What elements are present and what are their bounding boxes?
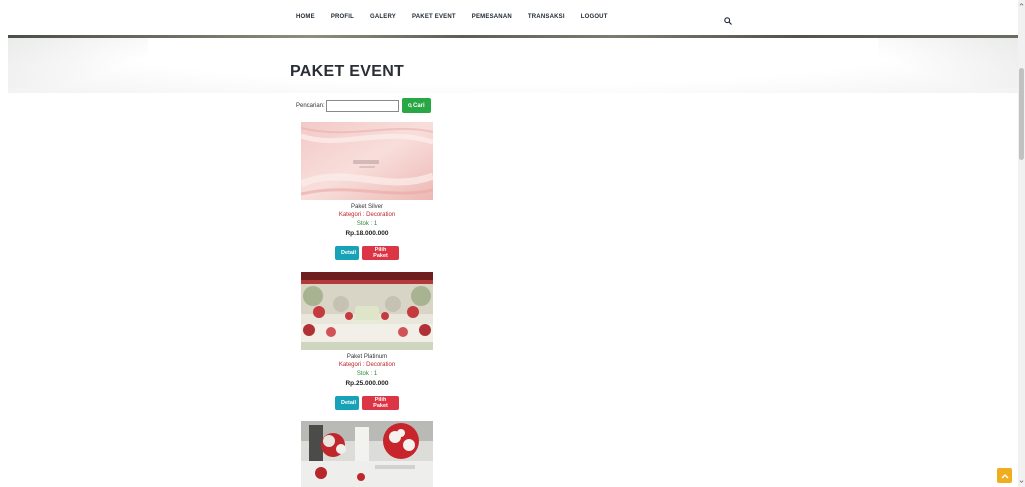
nav-menu: HOME PROFIL GALERY PAKET EVENT PEMESANAN… — [296, 14, 624, 20]
product-card: Paket Platinum Kategori : Decoration Sto… — [301, 272, 433, 410]
search-icon — [407, 103, 412, 108]
product-image[interactable] — [301, 421, 433, 487]
product-stock: Stok : 1 — [356, 371, 378, 377]
product-image[interactable] — [301, 272, 433, 350]
search-input[interactable] — [325, 99, 399, 112]
nav-item-pemesanan[interactable]: PEMESANAN — [472, 14, 512, 20]
page-title: PAKET EVENT — [290, 63, 405, 80]
header-shadow-left — [8, 38, 148, 88]
page-scrollbar[interactable] — [1018, 0, 1025, 487]
chevron-up-icon — [1000, 473, 1009, 479]
header-shadow — [8, 38, 1018, 93]
pilih-paket-button[interactable]: Pilih Paket — [362, 246, 399, 260]
search-form: Pencarian: Cari — [296, 98, 431, 113]
nav-item-logout[interactable]: LOGOUT — [581, 14, 608, 20]
product-actions: Detail Pilih Paket — [301, 396, 433, 410]
product-card — [301, 421, 433, 487]
detail-button[interactable]: Detail — [335, 396, 359, 410]
scroll-down-icon[interactable] — [1019, 479, 1024, 484]
product-image[interactable] — [301, 122, 433, 200]
nav-item-paket-event[interactable]: PAKET EVENT — [412, 14, 456, 20]
search-button-label: Cari — [413, 102, 425, 109]
nav-item-transaksi[interactable]: TRANSAKSI — [528, 14, 565, 20]
product-price: Rp.25.000.000 — [345, 380, 389, 387]
header-shadow-right — [878, 38, 1018, 88]
product-stock: Stok : 1 — [356, 221, 378, 227]
scroll-up-icon[interactable] — [1019, 2, 1024, 7]
header-image-strip — [8, 35, 1018, 38]
product-name: Paket Silver — [350, 204, 383, 210]
top-navbar: HOME PROFIL GALERY PAKET EVENT PEMESANAN… — [0, 0, 1018, 36]
product-category: Kategori : Decoration — [338, 362, 396, 368]
back-to-top-button[interactable] — [997, 468, 1012, 483]
detail-button[interactable]: Detail — [335, 246, 359, 260]
scroll-thumb[interactable] — [1019, 68, 1024, 160]
search-button[interactable]: Cari — [401, 98, 431, 113]
product-actions: Detail Pilih Paket — [301, 246, 433, 260]
search-label: Pencarian: — [296, 102, 325, 109]
product-category: Kategori : Decoration — [338, 212, 396, 218]
search-icon[interactable] — [724, 12, 732, 25]
product-card: Paket Silver Kategori : Decoration Stok … — [301, 122, 433, 260]
product-price: Rp.18.000.000 — [345, 230, 389, 237]
nav-item-home[interactable]: HOME — [296, 14, 315, 20]
pilih-paket-button[interactable]: Pilih Paket — [362, 396, 399, 410]
nav-item-profil[interactable]: PROFIL — [331, 14, 354, 20]
nav-item-galery[interactable]: GALERY — [370, 14, 396, 20]
product-name: Paket Platinum — [346, 354, 388, 360]
